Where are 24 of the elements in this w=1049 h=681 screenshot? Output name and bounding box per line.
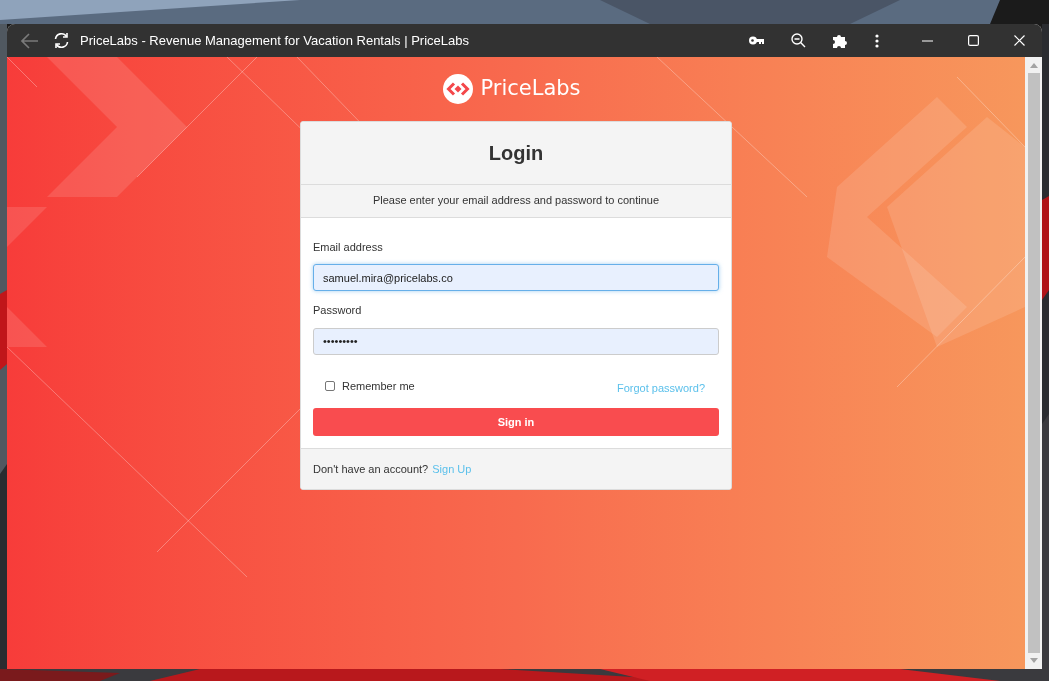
window-title: PriceLabs - Revenue Management for Vacation Rentals | PriceLabs (80, 31, 469, 50)
minimize-icon[interactable] (922, 39, 933, 42)
sign-in-button[interactable]: Sign in (313, 408, 719, 436)
field-label: Email address (313, 239, 384, 255)
zoom-out-icon[interactable] (791, 33, 806, 48)
close-icon[interactable] (1014, 35, 1025, 46)
remember-label: Remember me (342, 378, 415, 394)
scroll-thumb[interactable] (1027, 73, 1040, 653)
maximize-icon[interactable] (968, 35, 979, 46)
field-label: Password (313, 303, 363, 318)
remember-checkbox[interactable] (325, 380, 335, 391)
input-field[interactable]: ••••••••• (313, 327, 719, 355)
sign-up-link[interactable]: Sign Up (432, 460, 472, 478)
login-subtitle: Please enter your email address and password to continue (372, 193, 660, 209)
puzzle-icon[interactable] (832, 32, 848, 49)
signup-prompt: Don't have an account? (313, 461, 429, 477)
forgot-password-link[interactable]: Forgot password? (616, 379, 705, 396)
more-menu-icon[interactable] (875, 33, 879, 48)
reload-icon[interactable] (53, 32, 70, 49)
logo-icon (443, 73, 474, 104)
key-icon[interactable] (749, 36, 764, 45)
input-field[interactable]: samuel.mira@pricelabs.co (313, 264, 719, 291)
logo-text: PriceLabs (480, 75, 581, 102)
login-title: Login (488, 140, 544, 166)
